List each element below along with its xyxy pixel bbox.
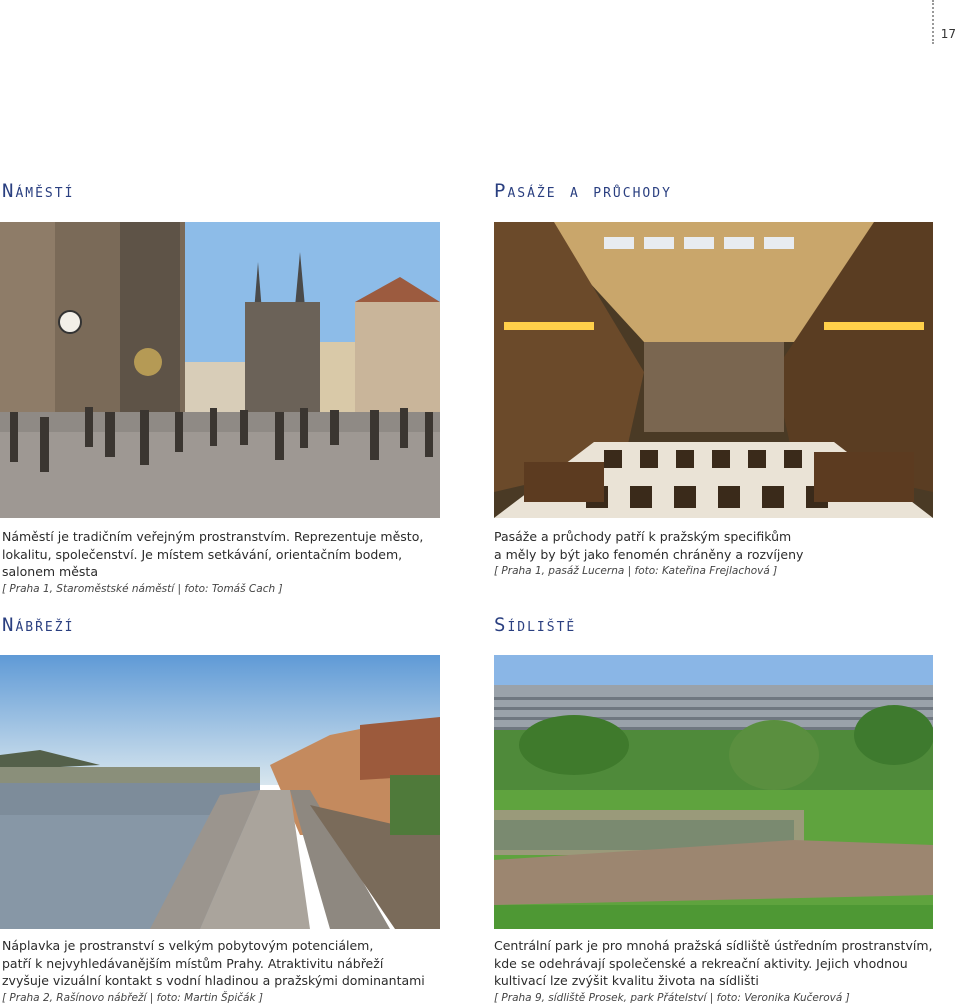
caption-line: Náplavka je prostranství s velkým pobyto… [2, 938, 374, 953]
photo-old-town-square [0, 222, 440, 518]
caption-line: kde se odehrávají společenské a rekreačn… [494, 955, 908, 971]
caption-line: Centrální park je pro mnohá pražská sídl… [494, 938, 933, 953]
caption-line: salonem města [2, 564, 98, 579]
photo-credit: [ Praha 1, pasáž Lucerna | foto: Kateřin… [494, 565, 778, 577]
page-marker-line [932, 0, 934, 44]
section-heading-nabrezi: Nábřeží [2, 614, 75, 636]
photo-credit: [ Praha 9, sídliště Prosek, park Přátels… [494, 991, 850, 1004]
caption-namesti: Náměstí je tradičním veřejným prostranst… [2, 528, 442, 598]
photo-lucerna-passage [494, 222, 933, 518]
caption-line: zvyšuje vizuální kontakt s vodní hladino… [2, 973, 425, 988]
page-number: 17 [940, 27, 956, 41]
photo-rasin-embankment [0, 655, 440, 929]
caption-line: patří k nejvyhledávanějším místům Prahy.… [2, 955, 384, 971]
caption-line: lokalitu, společenství. Je místem setkáv… [2, 546, 403, 562]
caption-line: Pasáže a průchody patří k pražským speci… [494, 529, 792, 544]
caption-line: kultivací lze zvýšit kvalitu života na s… [494, 973, 759, 988]
caption-line: a měly by být jako fenomén chráněny a ro… [494, 546, 804, 562]
caption-sidliste: Centrální park je pro mnohá pražská sídl… [494, 937, 934, 1007]
photo-credit: [ Praha 2, Rašínovo nábřeží | foto: Mart… [2, 991, 263, 1004]
photo-credit: [ Praha 1, Staroměstské náměstí | foto: … [2, 582, 283, 595]
photo-prosek-park [494, 655, 933, 929]
caption-line: Náměstí je tradičním veřejným prostranst… [2, 529, 424, 544]
section-heading-sidliste: Sídliště [494, 614, 577, 636]
section-heading-pasaze: Pasáže a průchody [494, 180, 672, 202]
section-heading-namesti: Náměstí [2, 180, 75, 202]
caption-nabrezi: Náplavka je prostranství s velkým pobyto… [2, 937, 442, 1007]
caption-pasaze: Pasáže a průchody patří k pražským speci… [494, 528, 934, 581]
